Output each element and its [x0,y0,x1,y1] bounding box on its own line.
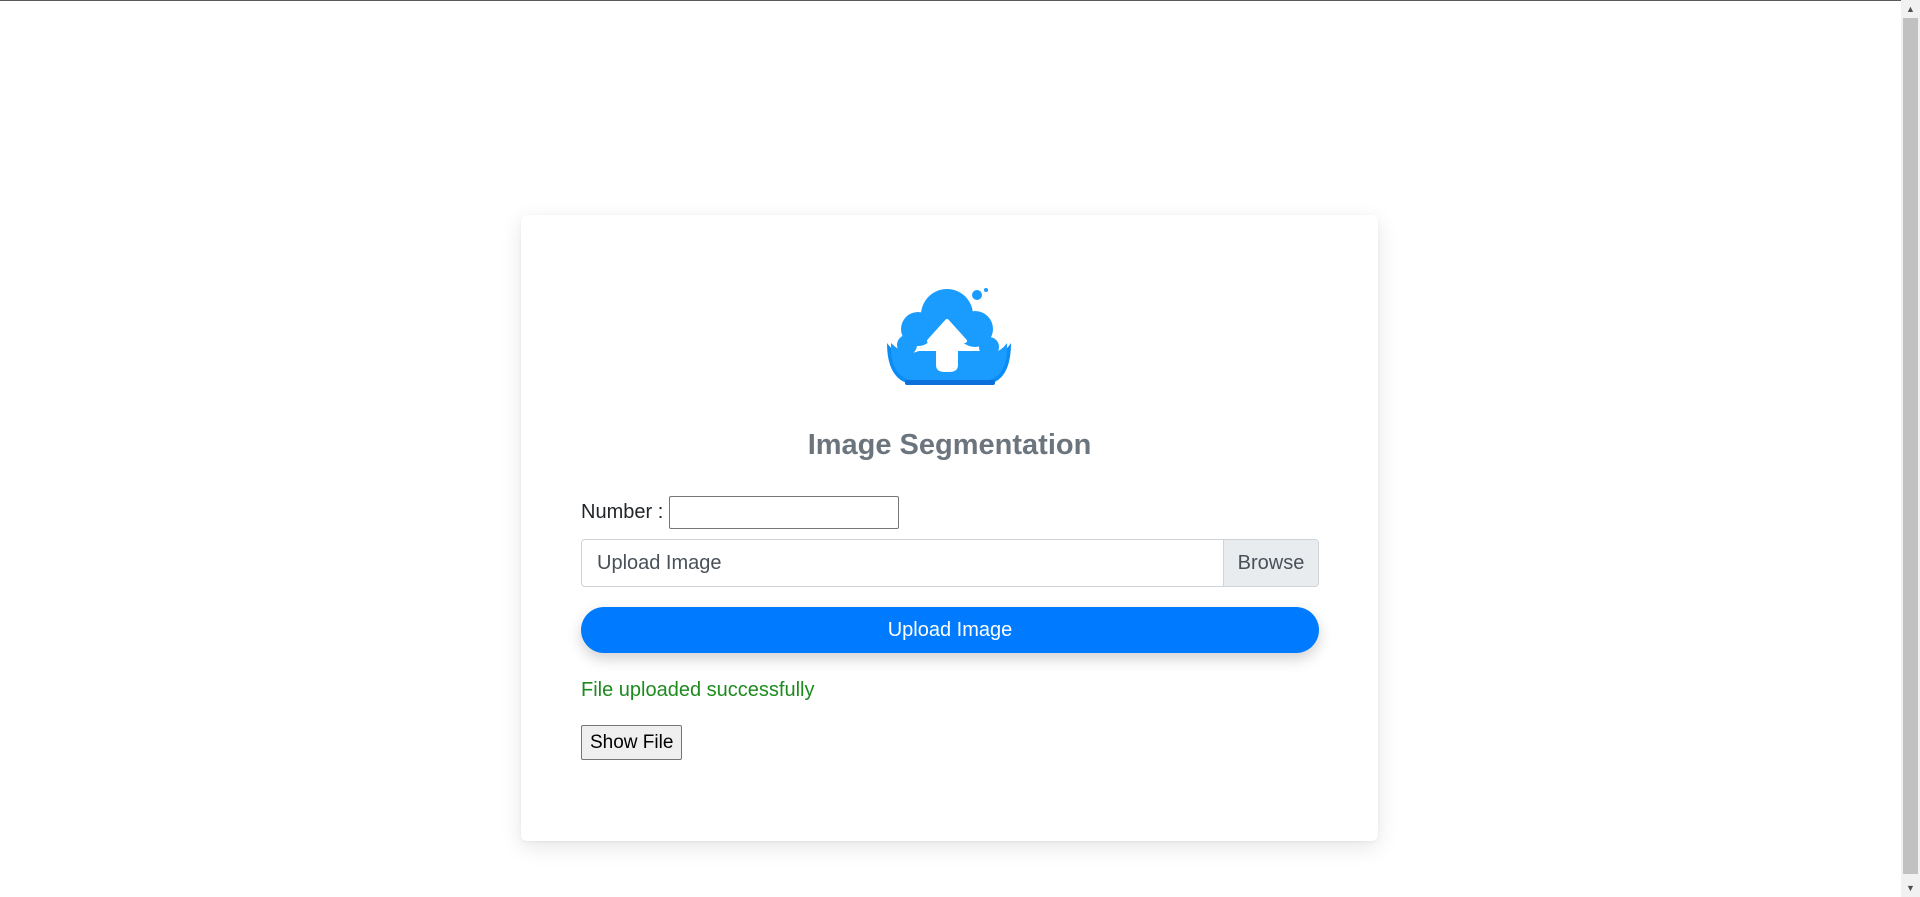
scroll-down-arrow-icon[interactable]: ▼ [1901,880,1920,897]
number-field-row: Number : [581,496,900,529]
show-file-button[interactable]: Show File [581,725,683,760]
window-top-border [0,0,1920,1]
number-input[interactable] [669,496,900,529]
scroll-up-arrow-icon[interactable]: ▲ [1901,1,1920,18]
file-input-placeholder[interactable]: Upload Image [582,540,1223,586]
vertical-scrollbar[interactable]: ▲ ▼ [1901,0,1920,897]
browse-button[interactable]: Browse [1223,540,1318,586]
scrollbar-thumb[interactable] [1903,18,1918,874]
upload-image-button[interactable]: Upload Image [581,607,1319,653]
upload-status-message: File uploaded successfully [581,679,815,701]
number-label: Number : [581,501,664,523]
cloud-upload-icon [885,285,1015,395]
page-title: Image Segmentation [807,429,1092,461]
upload-card: Image Segmentation Number : Upload Image… [521,215,1378,841]
file-upload-field[interactable]: Upload Image Browse [581,539,1319,587]
